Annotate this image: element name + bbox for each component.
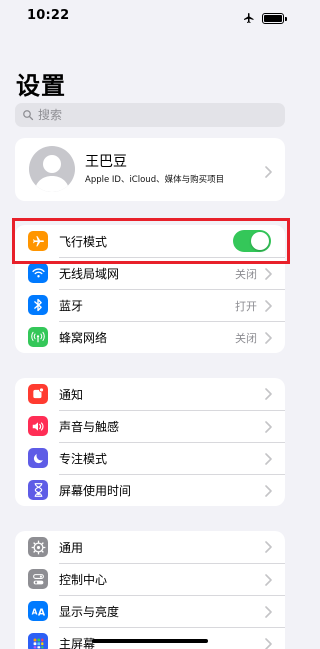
row-label: 通知 bbox=[59, 387, 84, 402]
sounds-haptics-row[interactable]: 声音与触感 bbox=[15, 410, 285, 442]
cellular-row[interactable]: 蜂窝网络 关闭 bbox=[15, 321, 285, 353]
notifications-row[interactable]: 通知 bbox=[15, 378, 285, 410]
airplane-mode-toggle[interactable] bbox=[233, 230, 271, 252]
display-icon: AA bbox=[28, 601, 48, 621]
search-field[interactable] bbox=[15, 103, 285, 127]
general-group: 通用 控制中心 AA 显示与亮度 主屏幕 bbox=[15, 531, 285, 649]
chevron-right-icon bbox=[265, 163, 272, 182]
hourglass-icon bbox=[28, 480, 48, 500]
profile-name: 王巴豆 bbox=[85, 154, 127, 170]
moon-icon bbox=[28, 448, 48, 468]
home-screen-row[interactable]: 主屏幕 bbox=[15, 627, 285, 649]
bluetooth-icon bbox=[28, 295, 48, 315]
chevron-right-icon bbox=[265, 484, 272, 497]
status-bar: 10:22 bbox=[0, 0, 300, 34]
svg-text:A: A bbox=[31, 607, 37, 616]
row-label: 飞行模式 bbox=[59, 234, 108, 249]
screen-time-row[interactable]: 屏幕使用时间 bbox=[15, 474, 285, 506]
connectivity-group: 飞行模式 无线局域网 关闭 蓝牙 打开 蜂窝网络 关闭 bbox=[15, 225, 285, 353]
row-label: 声音与触感 bbox=[59, 420, 120, 434]
battery-icon bbox=[262, 13, 287, 24]
airplane-mode-status-icon bbox=[243, 9, 255, 28]
search-icon bbox=[22, 106, 34, 125]
row-label: 显示与亮度 bbox=[59, 605, 120, 619]
notifications-icon bbox=[28, 384, 48, 404]
row-label: 无线局域网 bbox=[59, 267, 120, 281]
row-label: 通用 bbox=[59, 540, 84, 555]
general-row[interactable]: 通用 bbox=[15, 531, 285, 563]
row-label: 专注模式 bbox=[59, 452, 108, 466]
control-center-row[interactable]: 控制中心 bbox=[15, 563, 285, 595]
cellular-icon bbox=[28, 327, 48, 347]
chevron-right-icon bbox=[265, 605, 272, 618]
display-brightness-row[interactable]: AA 显示与亮度 bbox=[15, 595, 285, 627]
control-center-icon bbox=[28, 569, 48, 589]
notifications-group: 通知 声音与触感 专注模式 屏幕使用时间 bbox=[15, 378, 285, 506]
row-label: 控制中心 bbox=[59, 573, 108, 587]
sound-icon bbox=[28, 416, 48, 436]
row-value: 打开 bbox=[235, 299, 257, 313]
apple-id-card[interactable]: 王巴豆 Apple ID、iCloud、媒体与购买项目 bbox=[15, 138, 285, 201]
row-label: 屏幕使用时间 bbox=[59, 484, 132, 498]
page-title: 设置 bbox=[16, 72, 66, 100]
row-value: 关闭 bbox=[235, 331, 257, 345]
bluetooth-row[interactable]: 蓝牙 打开 bbox=[15, 289, 285, 321]
profile-subtitle: Apple ID、iCloud、媒体与购买项目 bbox=[85, 175, 225, 185]
focus-row[interactable]: 专注模式 bbox=[15, 442, 285, 474]
row-label: 蓝牙 bbox=[59, 299, 84, 313]
wifi-row[interactable]: 无线局域网 关闭 bbox=[15, 257, 285, 289]
status-time: 10:22 bbox=[27, 8, 70, 23]
chevron-right-icon bbox=[265, 331, 272, 344]
chevron-right-icon bbox=[265, 299, 272, 312]
chevron-right-icon bbox=[265, 452, 272, 465]
chevron-right-icon bbox=[265, 267, 272, 280]
chevron-right-icon bbox=[265, 420, 272, 433]
status-icons bbox=[243, 9, 287, 28]
chevron-right-icon bbox=[265, 573, 272, 586]
home-screen-icon bbox=[28, 633, 48, 649]
chevron-right-icon bbox=[265, 388, 272, 400]
svg-text:A: A bbox=[37, 607, 45, 617]
airplane-mode-row[interactable]: 飞行模式 bbox=[15, 225, 285, 257]
search-input[interactable] bbox=[38, 108, 268, 122]
row-label: 蜂窝网络 bbox=[59, 331, 108, 345]
chevron-right-icon bbox=[265, 637, 272, 649]
home-indicator[interactable] bbox=[92, 639, 208, 643]
airplane-icon bbox=[28, 231, 48, 251]
chevron-right-icon bbox=[265, 541, 272, 553]
gear-icon bbox=[28, 537, 48, 557]
avatar bbox=[29, 146, 75, 192]
wifi-icon bbox=[28, 263, 48, 283]
row-value: 关闭 bbox=[235, 267, 257, 281]
